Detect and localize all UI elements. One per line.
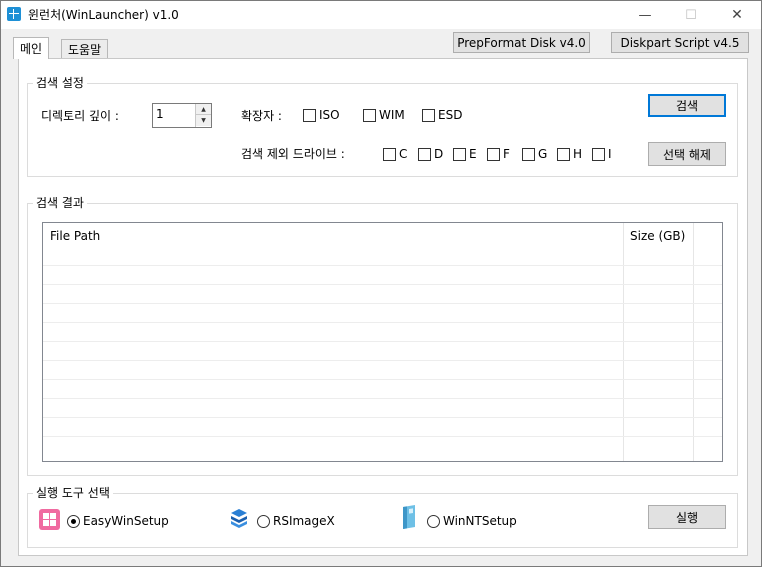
table-row xyxy=(43,379,722,380)
ext-wim-checkbox[interactable]: WIM xyxy=(363,108,405,122)
search-settings-group xyxy=(27,83,738,177)
tool-select-label: 실행 도구 선택 xyxy=(33,484,113,501)
tab-help[interactable]: 도움말 xyxy=(61,39,109,59)
search-button[interactable]: 검색 xyxy=(648,94,726,117)
drive-i-checkbox[interactable]: I xyxy=(592,147,612,161)
minimize-button[interactable]: — xyxy=(622,1,668,29)
stepper-down-icon[interactable]: ▼ xyxy=(196,115,211,126)
results-table[interactable]: File Path Size (GB) xyxy=(42,222,723,462)
results-table-header: File Path Size (GB) xyxy=(43,223,722,249)
tool-winntsetup-radio[interactable]: WinNTSetup xyxy=(427,514,517,528)
deselect-button[interactable]: 선택 해제 xyxy=(648,142,726,166)
drive-f-checkbox[interactable]: F xyxy=(487,147,510,161)
close-button[interactable]: ✕ xyxy=(714,1,760,29)
windows-logo-icon xyxy=(7,7,21,21)
drive-h-label: H xyxy=(573,147,583,161)
table-row xyxy=(43,341,722,342)
stepper-up-icon[interactable]: ▲ xyxy=(196,104,211,115)
directory-depth-label: 디렉토리 깊이 : xyxy=(41,109,119,123)
drive-h-checkbox[interactable]: H xyxy=(557,147,582,161)
tool-easywinsetup-label: EasyWinSetup xyxy=(83,514,169,528)
rsimagex-icon xyxy=(231,509,247,528)
main-tab-panel: 검색 설정 디렉토리 깊이 : 1 ▲ ▼ 확장자 : ISO WIM ESD … xyxy=(18,58,748,556)
table-row xyxy=(43,322,722,323)
ext-esd-checkbox[interactable]: ESD xyxy=(422,108,462,122)
column-header-file-path[interactable]: File Path xyxy=(50,223,100,249)
table-row xyxy=(43,436,722,437)
tool-winntsetup-label: WinNTSetup xyxy=(443,514,517,528)
title-bar[interactable]: 윈런처(WinLauncher) v1.0 — ☐ ✕ xyxy=(1,1,761,29)
column-header-size[interactable]: Size (GB) xyxy=(630,223,685,249)
exclude-drives-label: 검색 제외 드라이브 : xyxy=(241,147,345,161)
tool-rsimagex-radio[interactable]: RSImageX xyxy=(257,514,335,528)
table-row xyxy=(43,417,722,418)
drive-i-label: I xyxy=(608,147,612,161)
drive-g-label: G xyxy=(538,147,548,161)
ext-iso-label: ISO xyxy=(319,108,340,122)
easywinsetup-icon xyxy=(39,509,60,530)
search-settings-label: 검색 설정 xyxy=(33,74,87,91)
ext-esd-label: ESD xyxy=(438,108,463,122)
run-button[interactable]: 실행 xyxy=(648,505,726,529)
directory-depth-value[interactable]: 1 xyxy=(156,107,164,121)
ext-wim-label: WIM xyxy=(379,108,405,122)
drive-c-label: C xyxy=(399,147,408,161)
tool-rsimagex-label: RSImageX xyxy=(273,514,335,528)
drive-c-checkbox[interactable]: C xyxy=(383,147,407,161)
prepformat-disk-button[interactable]: PrepFormat Disk v4.0 xyxy=(453,32,590,53)
maximize-button[interactable]: ☐ xyxy=(668,1,714,29)
drive-d-label: D xyxy=(434,147,444,161)
ext-iso-checkbox[interactable]: ISO xyxy=(303,108,340,122)
table-row xyxy=(43,265,722,266)
diskpart-script-button[interactable]: Diskpart Script v4.5 xyxy=(611,32,749,53)
table-row xyxy=(43,303,722,304)
drive-e-checkbox[interactable]: E xyxy=(453,147,477,161)
drive-d-checkbox[interactable]: D xyxy=(418,147,443,161)
extension-label: 확장자 : xyxy=(241,109,282,123)
column-divider xyxy=(693,223,694,461)
drive-e-label: E xyxy=(469,147,477,161)
directory-depth-stepper[interactable]: 1 ▲ ▼ xyxy=(152,103,212,128)
table-row xyxy=(43,284,722,285)
tab-main[interactable]: 메인 xyxy=(13,37,50,59)
table-row xyxy=(43,398,722,399)
search-results-label: 검색 결과 xyxy=(33,194,87,211)
drive-f-label: F xyxy=(503,147,510,161)
tool-easywinsetup-radio[interactable]: EasyWinSetup xyxy=(67,514,169,528)
column-divider xyxy=(623,223,624,461)
app-window: 윈런처(WinLauncher) v1.0 — ☐ ✕ 메인 도움말 PrepF… xyxy=(0,0,762,567)
winntsetup-icon xyxy=(403,505,415,529)
window-title: 윈런처(WinLauncher) v1.0 xyxy=(28,8,179,22)
drive-g-checkbox[interactable]: G xyxy=(522,147,547,161)
table-row xyxy=(43,360,722,361)
